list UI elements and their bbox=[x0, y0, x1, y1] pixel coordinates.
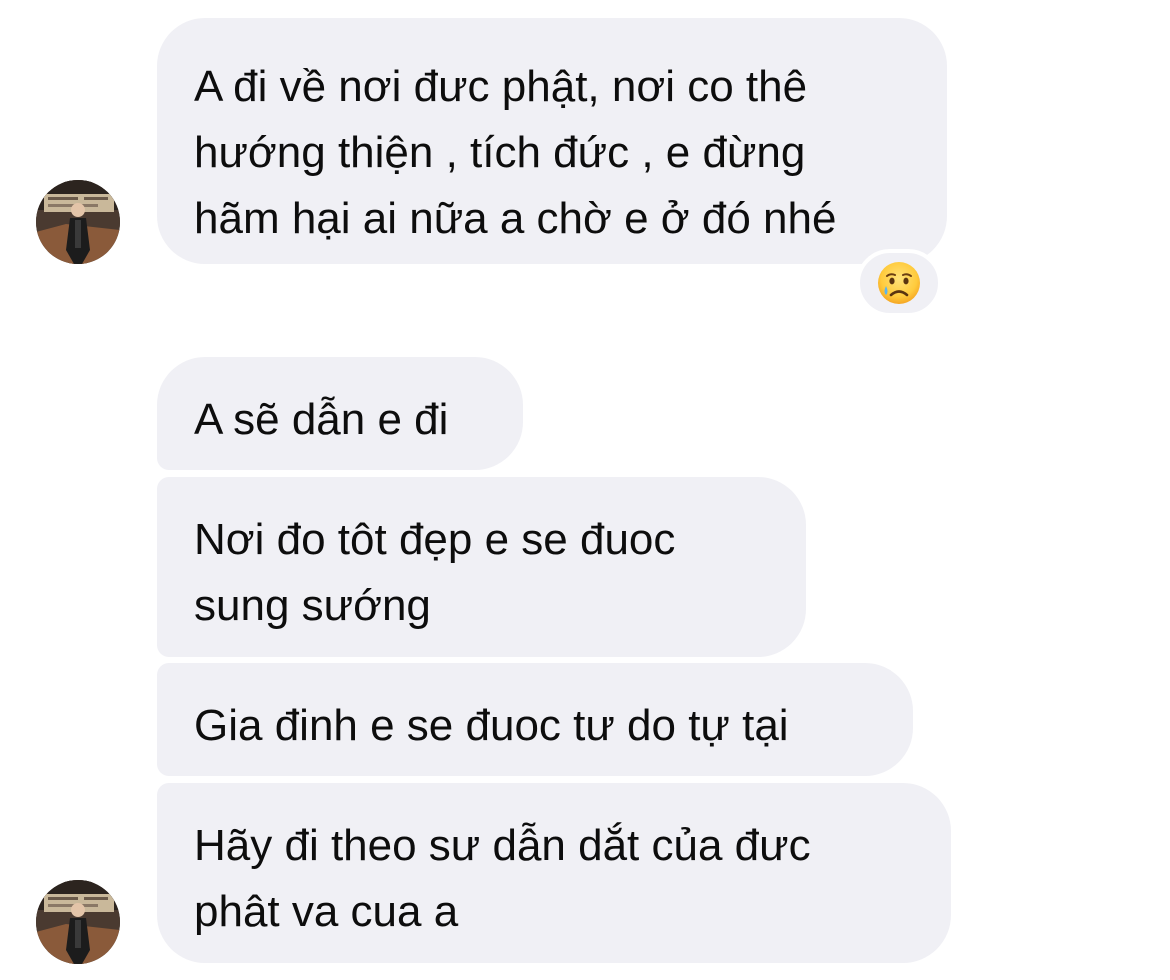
message-bubble[interactable]: A đi về nơi đưc phật, nơi co thê hướng t… bbox=[157, 18, 947, 264]
crying-face-emoji-icon bbox=[878, 262, 920, 304]
message-text: A đi về nơi đưc phật, nơi co thê bbox=[194, 62, 808, 111]
message-text: A sẽ dẫn e đi bbox=[194, 395, 449, 444]
reaction-badge[interactable] bbox=[856, 249, 942, 317]
message-text: hãm hại ai nữa a chờ e ở đó nhé bbox=[194, 194, 837, 243]
chat-thread: A đi về nơi đưc phật, nơi co thê hướng t… bbox=[0, 0, 1170, 980]
message-text: Hãy đi theo sư dẫn dắt của đưc bbox=[194, 821, 811, 870]
message-bubble[interactable]: Nơi đo tôt đẹp e se đuoc sung sướng bbox=[157, 477, 806, 657]
avatar[interactable] bbox=[36, 880, 120, 964]
message-bubble[interactable]: Gia đinh e se đuoc tư do tự tại bbox=[157, 663, 913, 776]
message-bubble[interactable]: A sẽ dẫn e đi bbox=[157, 357, 523, 470]
message-text: sung sướng bbox=[194, 581, 431, 630]
message-text: phât va cua a bbox=[194, 887, 459, 936]
contact-avatar-photo-icon bbox=[36, 880, 120, 964]
contact-avatar-photo-icon bbox=[36, 180, 120, 264]
message-text: Nơi đo tôt đẹp e se đuoc bbox=[194, 515, 676, 564]
message-text: hướng thiện , tích đức , e đừng bbox=[194, 128, 806, 177]
message-bubble[interactable]: Hãy đi theo sư dẫn dắt của đưc phât va c… bbox=[157, 783, 951, 963]
message-text: Gia đinh e se đuoc tư do tự tại bbox=[194, 701, 789, 750]
avatar[interactable] bbox=[36, 180, 120, 264]
